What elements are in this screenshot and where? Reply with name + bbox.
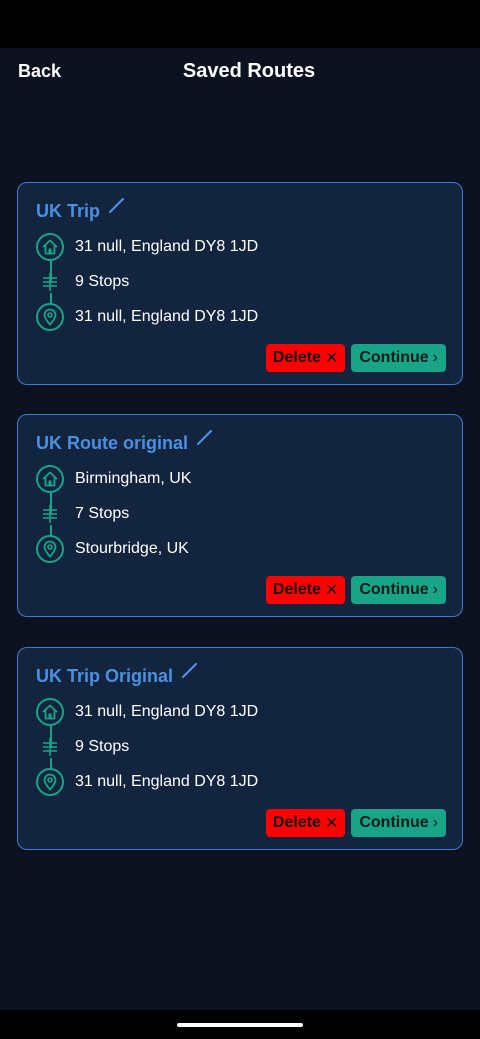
stops-row: 9 Stops bbox=[36, 733, 129, 761]
end-location: Stourbridge, UK bbox=[75, 540, 189, 557]
stops-icon bbox=[36, 268, 64, 296]
page-title: Saved Routes bbox=[182, 60, 316, 82]
start-location: 31 null, England DY8 1JD bbox=[75, 238, 259, 255]
route-name-row: UK Route original bbox=[36, 428, 214, 455]
route-name: UK Trip Original bbox=[36, 665, 174, 686]
location-pin-icon bbox=[36, 535, 64, 563]
end-location: 31 null, England DY8 1JD bbox=[75, 773, 259, 790]
continue-label: Continue bbox=[359, 814, 429, 831]
close-icon: ✕ bbox=[324, 582, 339, 599]
stops-count: 9 Stops bbox=[75, 738, 130, 755]
close-icon: ✕ bbox=[324, 815, 339, 832]
route-card: UK Trip Original 31 null, England DY8 1J… bbox=[17, 647, 463, 850]
continue-button[interactable]: Continue › bbox=[351, 576, 446, 604]
start-location: Birmingham, UK bbox=[75, 470, 192, 487]
start-row: Birmingham, UK bbox=[36, 465, 191, 493]
continue-label: Continue bbox=[359, 349, 429, 366]
pencil-icon[interactable] bbox=[108, 196, 126, 214]
pencil-icon[interactable] bbox=[181, 661, 199, 679]
pencil-icon[interactable] bbox=[196, 428, 214, 446]
start-location: 31 null, England DY8 1JD bbox=[75, 703, 259, 720]
start-row: 31 null, England DY8 1JD bbox=[36, 698, 258, 726]
stops-row: 9 Stops bbox=[36, 268, 129, 296]
location-pin-icon bbox=[36, 768, 64, 796]
stops-icon bbox=[36, 733, 64, 761]
delete-label: Delete bbox=[272, 349, 321, 366]
route-name: UK Route original bbox=[36, 432, 188, 453]
end-row: 31 null, England DY8 1JD bbox=[36, 303, 258, 331]
route-card: UK Route original Birmingham, UK 7 Stops bbox=[17, 414, 463, 617]
end-row: 31 null, England DY8 1JD bbox=[36, 768, 258, 796]
home-icon bbox=[36, 698, 64, 726]
continue-button[interactable]: Continue › bbox=[351, 344, 446, 372]
chevron-right-icon: › bbox=[432, 581, 438, 598]
continue-button[interactable]: Continue › bbox=[351, 809, 446, 837]
location-pin-icon bbox=[36, 303, 64, 331]
route-card: UK Trip 31 null, England DY8 1JD 9 Stops bbox=[17, 182, 463, 385]
home-indicator[interactable] bbox=[177, 1023, 303, 1027]
home-icon bbox=[36, 233, 64, 261]
card-actions: Delete ✕ Continue › bbox=[265, 576, 446, 604]
end-location: 31 null, England DY8 1JD bbox=[75, 308, 259, 325]
stops-row: 7 Stops bbox=[36, 500, 129, 528]
delete-label: Delete bbox=[272, 581, 321, 598]
status-bar bbox=[0, 0, 480, 48]
stops-count: 9 Stops bbox=[75, 273, 130, 290]
card-actions: Delete ✕ Continue › bbox=[265, 809, 446, 837]
delete-label: Delete bbox=[272, 814, 321, 831]
close-icon: ✕ bbox=[324, 350, 339, 367]
delete-button[interactable]: Delete ✕ bbox=[265, 576, 346, 604]
route-name-row: UK Trip Original bbox=[36, 661, 199, 688]
home-icon bbox=[36, 465, 64, 493]
route-name-row: UK Trip bbox=[36, 196, 126, 223]
delete-button[interactable]: Delete ✕ bbox=[265, 809, 346, 837]
card-actions: Delete ✕ Continue › bbox=[265, 344, 446, 372]
stops-icon bbox=[36, 500, 64, 528]
stops-count: 7 Stops bbox=[75, 505, 130, 522]
continue-label: Continue bbox=[359, 581, 429, 598]
start-row: 31 null, England DY8 1JD bbox=[36, 233, 258, 261]
end-row: Stourbridge, UK bbox=[36, 535, 189, 563]
chevron-right-icon: › bbox=[432, 349, 438, 366]
delete-button[interactable]: Delete ✕ bbox=[265, 344, 346, 372]
chevron-right-icon: › bbox=[432, 814, 438, 831]
route-name: UK Trip bbox=[36, 200, 101, 221]
